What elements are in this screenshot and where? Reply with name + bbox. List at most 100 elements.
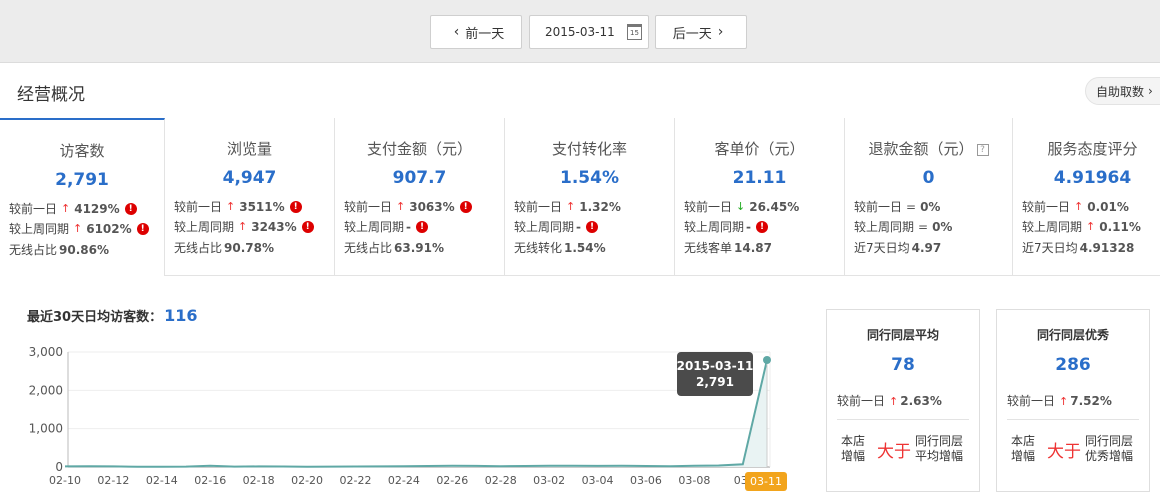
tooltip-date: 2015-03-11 xyxy=(677,359,754,373)
chevron-right-icon: › xyxy=(1148,84,1153,98)
compare-name: 较前一日 xyxy=(854,200,903,214)
compare-name: 无线客单 xyxy=(684,241,733,255)
x-tick-label: 02-24 xyxy=(388,474,420,487)
calendar-icon[interactable]: 15 xyxy=(627,24,642,40)
metric-compare-row: 较前一日 ↑ 3511%! xyxy=(174,198,302,215)
metric-label-text: 访客数 xyxy=(59,142,105,160)
metric-compare-row: 较前一日 ↑ 1.32% xyxy=(514,198,621,215)
store-growth-label: 本店 增幅 xyxy=(841,434,865,464)
compare-value: 3511% xyxy=(239,199,285,214)
metric-label: 浏览量 xyxy=(165,138,334,159)
compare-name: 较前一日 xyxy=(9,202,58,216)
arrow-up-icon: ↑ xyxy=(396,200,406,213)
compare-value: - xyxy=(746,219,751,234)
compare-value: 4129% xyxy=(74,201,120,216)
prev-day-button[interactable]: ‹ 前一天 xyxy=(430,15,522,49)
metric-compare-row: 较前一日 ↑ 3063%! xyxy=(344,198,472,215)
chart-header-value: 116 xyxy=(164,306,198,325)
peer-compare-card: 同行同层平均 78 较前一日 ↑ 2.63% 本店 增幅 大于 同行同层 平均增幅 xyxy=(826,309,980,492)
metric-compare-row: 较上周同期 = 0% xyxy=(854,218,952,235)
arrow-up-icon: ↑ xyxy=(1086,220,1096,233)
series-line xyxy=(64,359,768,468)
warning-icon[interactable]: ! xyxy=(586,220,598,233)
equal-icon: = xyxy=(906,199,917,214)
x-tick-label: 02-22 xyxy=(339,474,371,487)
arrow-up-icon: ↑ xyxy=(226,200,236,213)
x-tick-label: 02-14 xyxy=(146,474,178,487)
compare-name: 无线占比 xyxy=(174,241,223,255)
arrow-up-icon: ↑ xyxy=(566,200,576,213)
metric-compare-row: 无线占比 63.91% xyxy=(344,239,444,256)
compare-value: 63.91% xyxy=(394,240,444,255)
metric-card[interactable]: 客单价（元） 21.11 较前一日 ↓ 26.45% 较上周同期 -! 无线客单 14.87 xyxy=(675,118,845,276)
store-label-line: 本店 xyxy=(1011,434,1036,448)
metric-compare-row: 较前一日 = 0% xyxy=(854,198,940,215)
x-tick-label: 03-02 xyxy=(533,474,565,487)
compare-value: 4.91328 xyxy=(1079,240,1135,255)
compare-value: 0.11% xyxy=(1099,219,1141,234)
warning-icon[interactable]: ! xyxy=(136,222,149,235)
x-tick-label: 02-12 xyxy=(97,474,129,487)
relation-text: 大于 xyxy=(877,442,911,462)
compare-name: 较前一日 xyxy=(684,200,733,214)
next-day-button[interactable]: 后一天 › xyxy=(655,15,747,49)
warning-icon[interactable]: ! xyxy=(756,220,768,233)
peer-growth-label: 同行同层 优秀增幅 xyxy=(1085,434,1133,464)
compare-name: 较上周同期 xyxy=(514,220,575,234)
metric-card[interactable]: 支付金额（元） 907.7 较前一日 ↑ 3063%! 较上周同期 -! 无线占比 63.91… xyxy=(335,118,505,276)
metric-label-text: 浏览量 xyxy=(226,140,272,158)
x-tick-label: 02-10 xyxy=(49,474,81,487)
compare-name: 较上周同期 xyxy=(9,222,70,236)
compare-value: 7.52% xyxy=(1070,394,1112,408)
metric-compare-row: 较前一日 ↓ 26.45% xyxy=(684,198,799,215)
help-icon[interactable]: ? xyxy=(976,144,989,156)
metric-value: 21.11 xyxy=(732,168,787,188)
arrow-up-icon: ↑ xyxy=(889,395,899,408)
relation-text: 大于 xyxy=(1047,442,1081,462)
x-tick-label: 02-16 xyxy=(194,474,226,487)
metric-card[interactable]: 退款金额（元）? 0 较前一日 = 0% 较上周同期 = 0% 近7天日均 4.97 xyxy=(845,118,1013,276)
metric-card[interactable]: 服务态度评分 4.91964 较前一日 ↑ 0.01% 较上周同期 ↑ 0.11% 近7天日均 … xyxy=(1013,118,1160,276)
metric-label: 服务态度评分 xyxy=(1013,138,1160,159)
compare-value: 6102% xyxy=(86,221,132,236)
compare-value: 4.97 xyxy=(911,240,942,255)
warning-icon[interactable]: ! xyxy=(416,220,428,233)
date-picker[interactable]: 2015-03-11 15 xyxy=(529,15,649,49)
x-tick-label: 03-06 xyxy=(630,474,662,487)
divider xyxy=(1007,419,1139,420)
compare-name: 较上周同期 xyxy=(174,220,235,234)
compare-value: 0.01% xyxy=(1087,199,1129,214)
warning-icon[interactable]: ! xyxy=(124,202,137,215)
compare-value: 0% xyxy=(932,219,953,234)
metric-label: 支付金额（元） xyxy=(335,138,504,159)
metric-card[interactable]: 支付转化率 1.54% 较前一日 ↑ 1.32% 较上周同期 -! 无线转化 1.54% xyxy=(505,118,675,276)
metric-value: 907.7 xyxy=(392,168,447,188)
self-fetch-button[interactable]: 自助取数 › xyxy=(1085,77,1160,105)
peer-compare-card: 同行同层优秀 286 较前一日 ↑ 7.52% 本店 增幅 大于 同行同层 优秀增幅 xyxy=(996,309,1150,492)
store-label-line: 增幅 xyxy=(841,449,866,463)
compare-name: 较前一日 xyxy=(514,200,563,214)
metric-value: 0 xyxy=(922,168,935,188)
x-tick-label: 02-28 xyxy=(485,474,517,487)
peer-label-line: 平均增幅 xyxy=(915,449,964,463)
compare-name: 较前一日 xyxy=(174,200,223,214)
metric-card[interactable]: 访客数 2,791 较前一日 ↑ 4129%! 较上周同期 ↑ 6102%! 无线占比 90.8… xyxy=(0,118,165,276)
metric-compare-row: 近7天日均 4.97 xyxy=(854,239,941,256)
visitor-trend-chart[interactable]: 0 1,000 2,000 3,000 02-10 02-12 02-14 02-16 02-1… xyxy=(0,335,800,499)
metric-compare-row: 较上周同期 ↑ 6102%! xyxy=(9,220,149,237)
warning-icon[interactable]: ! xyxy=(459,200,472,213)
compare-name: 较上周同期 xyxy=(854,220,915,234)
metric-label: 退款金额（元）? xyxy=(845,138,1012,159)
warning-icon[interactable]: ! xyxy=(301,220,314,233)
compare-name: 较上周同期 xyxy=(684,220,745,234)
metric-card[interactable]: 浏览量 4,947 较前一日 ↑ 3511%! 较上周同期 ↑ 3243%! 无线占比 90.7… xyxy=(165,118,335,276)
compare-name: 无线占比 xyxy=(344,241,393,255)
x-tick-label: 03-04 xyxy=(582,474,614,487)
metric-compare-row: 较上周同期 ↑ 0.11% xyxy=(1022,218,1141,235)
date-toolbar: ‹ 前一天 2015-03-11 15 后一天 › xyxy=(0,0,1160,63)
x-tick-label: 02-18 xyxy=(243,474,275,487)
warning-icon[interactable]: ! xyxy=(289,200,302,213)
peer-label-line: 同行同层 xyxy=(915,434,964,448)
compare-value: 90.78% xyxy=(224,240,274,255)
section-title: 经营概况 xyxy=(17,85,85,105)
